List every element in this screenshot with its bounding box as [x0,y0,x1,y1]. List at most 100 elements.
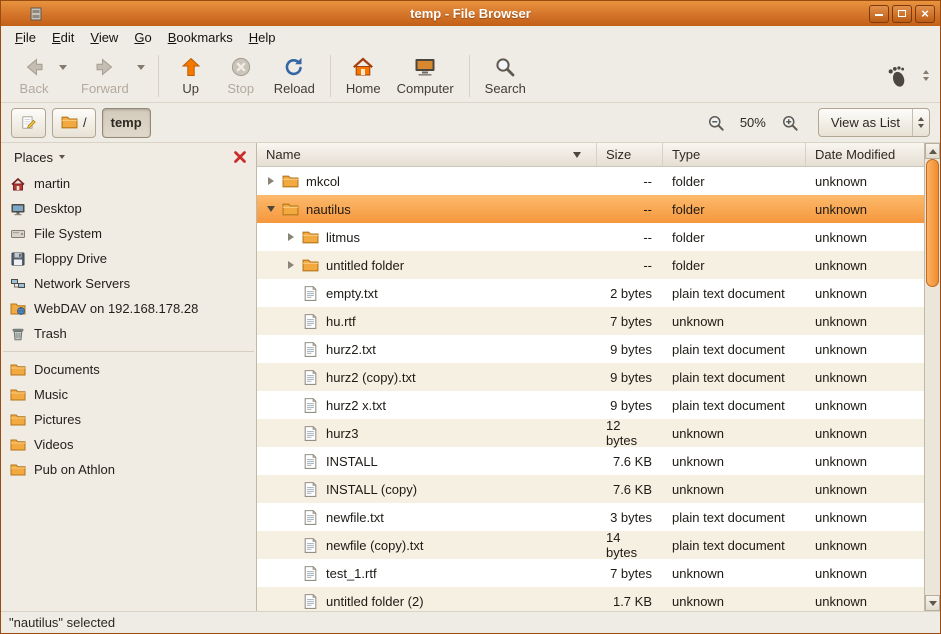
table-row[interactable]: mkcol--folderunknown [257,167,924,195]
table-row[interactable]: test_1.rtf7 bytesunknownunknown [257,559,924,587]
cell-date-modified: unknown [806,307,924,335]
forward-history-dropdown[interactable] [137,51,151,101]
scrollbar-thumb[interactable] [926,159,939,287]
table-row[interactable]: INSTALL7.6 KBunknownunknown [257,447,924,475]
stop-button[interactable]: Stop [216,51,266,101]
table-row[interactable]: untitled folder (2)1.7 KBunknownunknown [257,587,924,611]
sidebar-item-videos[interactable]: Videos [1,432,256,457]
text-file-icon [302,425,319,442]
text-file-icon [302,285,319,302]
back-button[interactable]: Back [9,51,59,101]
sidebar-item-webdav-on-192-168-178-28[interactable]: WebDAV on 192.168.178.28 [1,296,256,321]
home-button[interactable]: Home [338,51,389,101]
menu-file[interactable]: File [7,27,44,48]
sidebar-item-label: Videos [34,437,74,452]
scroll-up-button[interactable] [925,143,940,159]
scrollbar-track[interactable] [925,159,940,595]
table-row[interactable]: nautilus--folderunknown [257,195,924,223]
table-row[interactable]: newfile (copy).txt14 bytesplain text doc… [257,531,924,559]
sidebar-item-martin[interactable]: martin [1,171,256,196]
column-header-date-modified[interactable]: Date Modified [806,143,924,166]
menu-view[interactable]: View [82,27,126,48]
menu-go[interactable]: Go [126,27,159,48]
search-button[interactable]: Search [477,51,534,101]
table-row[interactable]: untitled folder--folderunknown [257,251,924,279]
table-row[interactable]: hurz2 x.txt9 bytesplain text documentunk… [257,391,924,419]
path-button-temp[interactable]: temp [102,108,151,138]
scroll-down-button[interactable] [925,595,940,611]
table-row[interactable]: hurz2.txt9 bytesplain text documentunkno… [257,335,924,363]
menu-bookmarks[interactable]: Bookmarks [160,27,241,48]
view-mode-select[interactable]: View as List [818,108,930,137]
sidebar-item-pictures[interactable]: Pictures [1,407,256,432]
sidebar-item-pub-on-athlon[interactable]: Pub on Athlon [1,457,256,482]
search-label: Search [485,81,526,96]
back-history-dropdown[interactable] [59,51,73,101]
sidebar-item-music[interactable]: Music [1,382,256,407]
toolbar-grip[interactable] [920,66,932,85]
sidebar-item-file-system[interactable]: File System [1,221,256,246]
titlebar[interactable]: temp - File Browser × [1,1,940,26]
toolbar: Back Forward Up Stop Reload Home Compute… [1,49,940,103]
column-headers: Name Size Type Date Modified [257,143,924,167]
minimize-button[interactable] [869,5,889,23]
toggle-location-entry-button[interactable] [11,108,46,138]
file-name: hurz2.txt [326,342,376,357]
zoom-out-button[interactable] [704,111,728,135]
computer-button[interactable]: Computer [389,51,462,101]
table-row[interactable]: newfile.txt3 bytesplain text documentunk… [257,503,924,531]
forward-button[interactable]: Forward [73,51,137,101]
places-separator [3,351,254,352]
table-row[interactable]: hu.rtf7 bytesunknownunknown [257,307,924,335]
sidebar-item-trash[interactable]: Trash [1,321,256,346]
column-header-name[interactable]: Name [257,143,597,166]
reload-icon [282,55,306,79]
table-row[interactable]: empty.txt2 bytesplain text documentunkno… [257,279,924,307]
sidebar-item-documents[interactable]: Documents [1,357,256,382]
file-name: hu.rtf [326,314,356,329]
expander-collapsed-icon[interactable] [283,233,299,241]
file-list: mkcol--folderunknownnautilus--folderunkn… [257,167,924,611]
maximize-button[interactable] [892,5,912,23]
cell-date-modified: unknown [806,559,924,587]
cell-size: 7.6 KB [597,447,663,475]
cell-name: hurz2.txt [257,335,597,363]
text-file-icon [302,313,319,330]
column-header-type[interactable]: Type [663,143,806,166]
cell-name: newfile (copy).txt [257,531,597,559]
sidebar-item-desktop[interactable]: Desktop [1,196,256,221]
menu-help[interactable]: Help [241,27,284,48]
sidebar-item-network-servers[interactable]: Network Servers [1,271,256,296]
cell-date-modified: unknown [806,503,924,531]
sidepane-close-button[interactable] [231,148,249,166]
path-button-root[interactable]: / [52,108,96,138]
expander-expanded-icon[interactable] [263,206,279,212]
table-row[interactable]: litmus--folderunknown [257,223,924,251]
reload-button[interactable]: Reload [266,51,323,101]
cell-size: 7.6 KB [597,475,663,503]
table-row[interactable]: INSTALL (copy)7.6 KBunknownunknown [257,475,924,503]
close-icon [231,148,249,166]
cell-size: 1.7 KB [597,587,663,611]
zoom-in-button[interactable] [778,111,802,135]
network-icon [10,276,26,292]
menu-edit[interactable]: Edit [44,27,82,48]
close-button[interactable]: × [915,5,935,23]
up-button[interactable]: Up [166,51,216,101]
text-file-icon [302,397,319,414]
toolbar-separator [158,55,159,97]
chevron-down-icon [137,65,145,70]
table-row[interactable]: hurz2 (copy).txt9 bytesplain text docume… [257,363,924,391]
home-icon [351,55,375,79]
sidebar-item-floppy-drive[interactable]: Floppy Drive [1,246,256,271]
expander-collapsed-icon[interactable] [263,177,279,185]
chevron-down-icon [59,65,67,70]
column-header-size[interactable]: Size [597,143,663,166]
expander-collapsed-icon[interactable] [283,261,299,269]
file-name: mkcol [306,174,340,189]
file-name: newfile.txt [326,510,384,525]
folder-icon [282,173,299,190]
computer-icon [413,55,437,79]
places-selector[interactable]: Places [8,147,71,168]
table-row[interactable]: hurz312 bytesunknownunknown [257,419,924,447]
